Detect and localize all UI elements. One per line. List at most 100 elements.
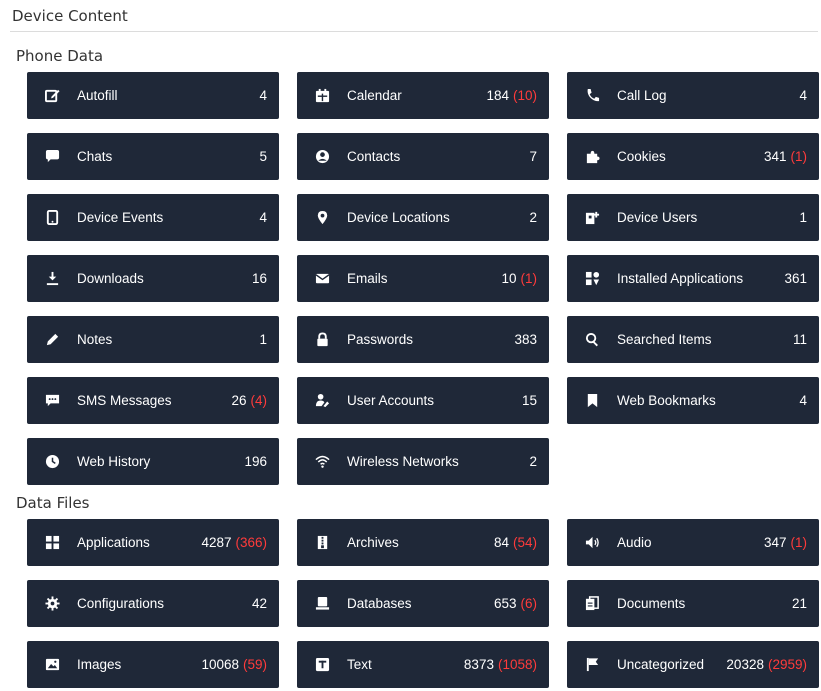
tile-sms-messages[interactable]: SMS Messages 26 (4)	[27, 377, 279, 424]
bookmark-icon	[581, 392, 603, 410]
tile-count: 42	[252, 596, 267, 611]
tile-count: 8373 (1058)	[464, 657, 537, 672]
tablet-icon	[41, 209, 63, 227]
tile-passwords[interactable]: Passwords 383	[297, 316, 549, 363]
tile-downloads[interactable]: Downloads 16	[27, 255, 279, 302]
database-icon	[311, 595, 333, 613]
count-value: 383	[514, 332, 537, 347]
tile-label: Chats	[77, 149, 113, 164]
tile-count: 196	[244, 454, 267, 469]
flagged-count: (54)	[512, 535, 537, 550]
tile-uncategorized[interactable]: Uncategorized 20328 (2959)	[567, 641, 819, 688]
tile-applications[interactable]: Applications 4287 (366)	[27, 519, 279, 566]
tile-count: 1	[259, 332, 267, 347]
puzzle-icon	[581, 148, 603, 166]
tile-label: Device Events	[77, 210, 164, 225]
flagged-count: (1058)	[497, 657, 537, 672]
tile-databases[interactable]: Databases 653 (6)	[297, 580, 549, 627]
count-value: 196	[244, 454, 267, 469]
tile-documents[interactable]: Documents 21	[567, 580, 819, 627]
count-value: 1	[259, 332, 267, 347]
flagged-count: (1)	[790, 149, 808, 164]
tile-label: Web History	[77, 454, 151, 469]
count-value: 11	[792, 332, 807, 347]
message-icon	[41, 392, 63, 410]
gear-icon	[41, 595, 63, 613]
phone-data-grid: Autofill 4 Calendar 184 (10) Call Log 4 Chats 5 C…	[27, 72, 819, 485]
wifi-icon	[311, 453, 333, 471]
tile-count: 10 (1)	[501, 271, 537, 286]
tile-label: Calendar	[347, 88, 402, 103]
tile-device-users[interactable]: Device Users 1	[567, 194, 819, 241]
tile-device-events[interactable]: Device Events 4	[27, 194, 279, 241]
tile-installed-applications[interactable]: Installed Applications 361	[567, 255, 819, 302]
tile-label: Emails	[347, 271, 388, 286]
tile-audio[interactable]: Audio 347 (1)	[567, 519, 819, 566]
count-value: 361	[784, 271, 807, 286]
data-files-grid: Applications 4287 (366) Archives 84 (54) Audio…	[27, 519, 819, 688]
lock-icon	[311, 331, 333, 349]
calendar-icon	[311, 87, 333, 105]
tile-count: 26 (4)	[231, 393, 267, 408]
flagged-count: (10)	[512, 88, 537, 103]
tile-text[interactable]: Text 8373 (1058)	[297, 641, 549, 688]
tile-label: Text	[347, 657, 372, 672]
tile-user-accounts[interactable]: User Accounts 15	[297, 377, 549, 424]
tile-notes[interactable]: Notes 1	[27, 316, 279, 363]
count-value: 184	[486, 88, 509, 103]
count-value: 7	[529, 149, 537, 164]
tile-count: 383	[514, 332, 537, 347]
count-value: 2	[529, 210, 537, 225]
tile-call-log[interactable]: Call Log 4	[567, 72, 819, 119]
grid-icon	[41, 534, 63, 552]
tile-label: Device Users	[617, 210, 698, 225]
tile-count: 4	[259, 210, 267, 225]
map-pin-icon	[311, 209, 333, 227]
tile-label: Downloads	[77, 271, 144, 286]
tile-cookies[interactable]: Cookies 341 (1)	[567, 133, 819, 180]
count-value: 341	[763, 149, 787, 164]
tile-count: 10068 (59)	[201, 657, 267, 672]
clock-icon	[41, 453, 63, 471]
tile-count: 16	[252, 271, 267, 286]
tile-label: User Accounts	[347, 393, 435, 408]
tile-count: 361	[784, 271, 807, 286]
user-key-icon	[311, 392, 333, 410]
tile-searched-items[interactable]: Searched Items 11	[567, 316, 819, 363]
tile-count: 15	[522, 393, 537, 408]
tile-count: 20328 (2959)	[726, 657, 807, 672]
download-icon	[41, 270, 63, 288]
tile-count: 4	[799, 88, 807, 103]
count-value: 16	[251, 271, 267, 286]
tile-label: Archives	[347, 535, 399, 550]
tile-label: Cookies	[617, 149, 666, 164]
tile-autofill[interactable]: Autofill 4	[27, 72, 279, 119]
tile-wireless-networks[interactable]: Wireless Networks 2	[297, 438, 549, 485]
tile-count: 2	[529, 210, 537, 225]
tile-web-bookmarks[interactable]: Web Bookmarks 4	[567, 377, 819, 424]
count-value: 10	[501, 271, 517, 286]
count-value: 4	[259, 88, 267, 103]
tile-archives[interactable]: Archives 84 (54)	[297, 519, 549, 566]
tile-label: Audio	[617, 535, 652, 550]
count-value: 1	[799, 210, 807, 225]
tile-chats[interactable]: Chats 5	[27, 133, 279, 180]
count-value: 84	[493, 535, 509, 550]
tile-contacts[interactable]: Contacts 7	[297, 133, 549, 180]
count-value: 2	[529, 454, 537, 469]
flagged-count: (2959)	[767, 657, 807, 672]
tile-label: Applications	[77, 535, 150, 550]
tile-configurations[interactable]: Configurations 42	[27, 580, 279, 627]
tile-emails[interactable]: Emails 10 (1)	[297, 255, 549, 302]
tile-images[interactable]: Images 10068 (59)	[27, 641, 279, 688]
tile-label: Uncategorized	[617, 657, 705, 672]
flagged-count: (4)	[250, 393, 268, 408]
tile-web-history[interactable]: Web History 196	[27, 438, 279, 485]
count-value: 42	[251, 596, 267, 611]
tile-label: Call Log	[617, 88, 667, 103]
tile-device-locations[interactable]: Device Locations 2	[297, 194, 549, 241]
tile-count: 341 (1)	[764, 149, 807, 164]
tile-label: Contacts	[347, 149, 401, 164]
section-phone-data-label: Phone Data	[16, 47, 104, 65]
tile-calendar[interactable]: Calendar 184 (10)	[297, 72, 549, 119]
